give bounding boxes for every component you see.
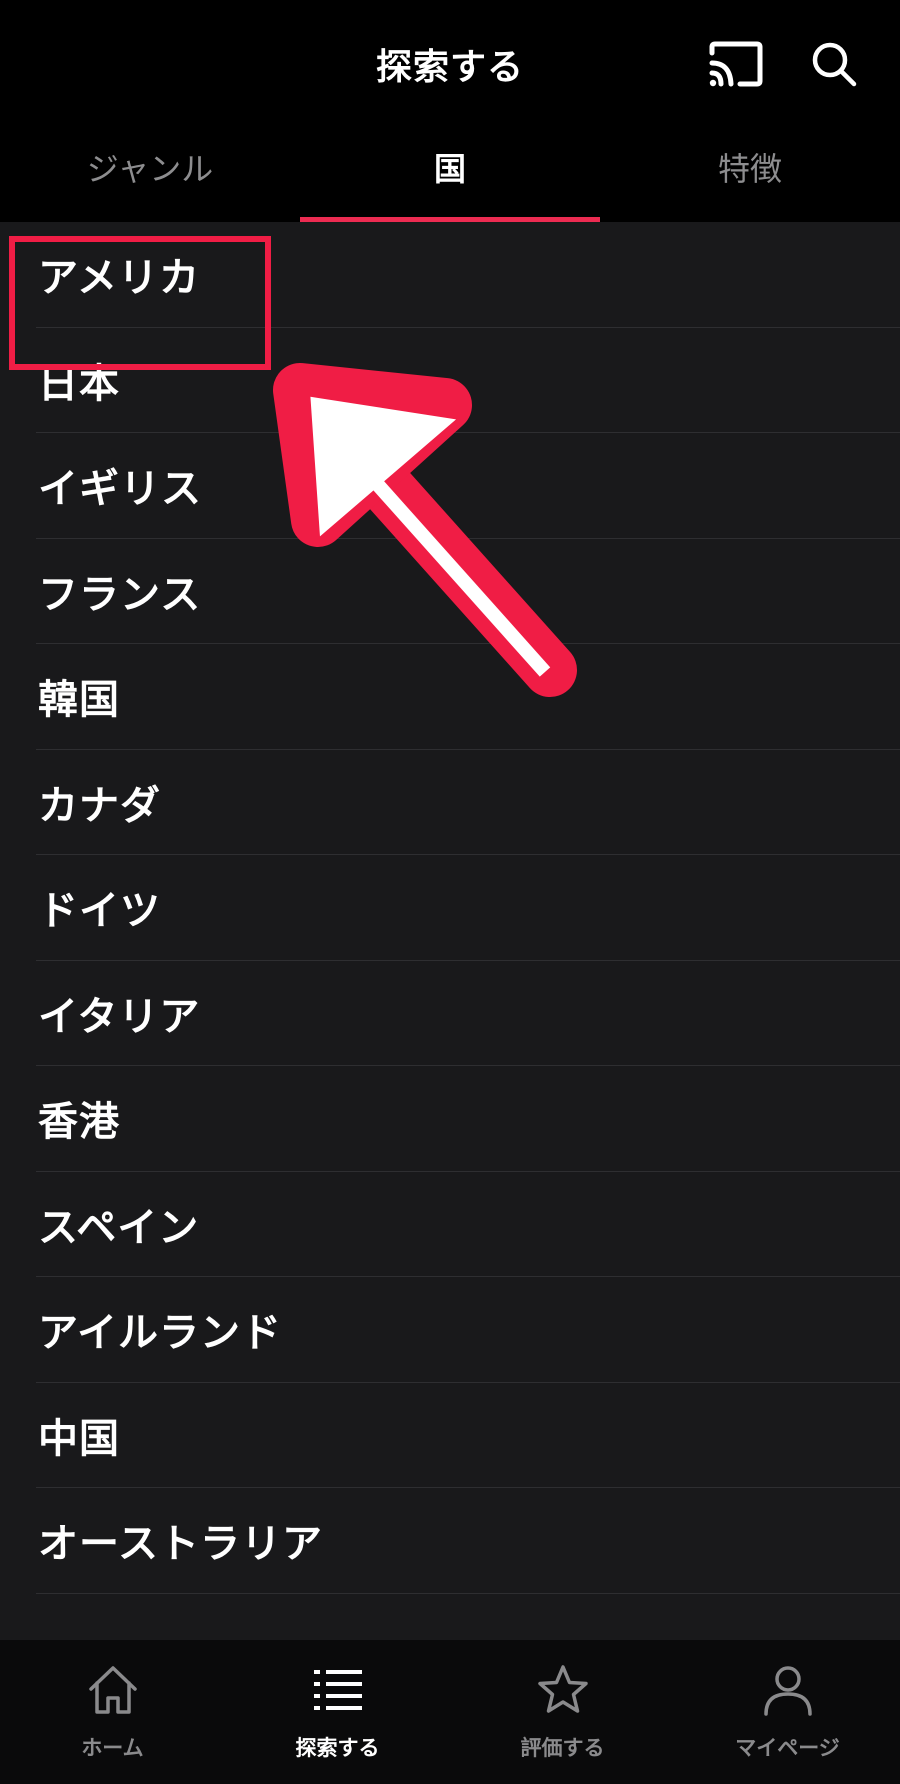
- country-label: フランス: [38, 571, 202, 618]
- app-header: 探索する: [0, 0, 900, 128]
- country-label: 香港: [38, 1099, 120, 1146]
- search-icon: [812, 42, 857, 87]
- country-item-italy[interactable]: イタリア: [36, 961, 900, 1066]
- country-label: スペイン: [38, 1204, 200, 1251]
- country-label: アメリカ: [38, 255, 200, 302]
- star-icon: [537, 1665, 588, 1713]
- bottom-navigation: ホーム 探索する 評価する マイページ: [0, 1640, 900, 1784]
- person-icon: [763, 1666, 812, 1716]
- country-item-korea[interactable]: 韓国: [36, 644, 900, 750]
- explore-tabs: ジャンル 国 特徴: [0, 128, 900, 222]
- country-label: 日本: [38, 360, 120, 407]
- cast-button[interactable]: [706, 36, 766, 92]
- country-item-uk[interactable]: イギリス: [36, 433, 900, 539]
- tab-genre[interactable]: ジャンル: [0, 128, 300, 222]
- country-label: ドイツ: [38, 888, 161, 935]
- nav-rate[interactable]: 評価する: [450, 1640, 675, 1784]
- country-label: イタリア: [38, 993, 201, 1040]
- country-list: アメリカ 日本 イギリス フランス 韓国 カナダ ドイツ イタリア 香港 スペイ…: [0, 222, 900, 1640]
- tab-feature[interactable]: 特徴: [600, 128, 900, 222]
- country-label: 韓国: [38, 677, 120, 724]
- country-label: イギリス: [38, 466, 202, 513]
- home-icon: [88, 1666, 137, 1714]
- country-item-hongkong[interactable]: 香港: [36, 1066, 900, 1172]
- nav-label: ホーム: [81, 1736, 144, 1760]
- country-label: アイルランド: [38, 1310, 282, 1357]
- cast-icon: [709, 41, 763, 87]
- country-item-ireland[interactable]: アイルランド: [36, 1277, 900, 1383]
- nav-label: 探索する: [295, 1736, 380, 1760]
- list-icon: [313, 1670, 362, 1710]
- country-label: カナダ: [38, 782, 161, 829]
- country-item-china[interactable]: 中国: [36, 1383, 900, 1488]
- country-item-germany[interactable]: ドイツ: [36, 855, 900, 961]
- nav-label: マイページ: [735, 1736, 840, 1760]
- country-item-canada[interactable]: カナダ: [36, 750, 900, 855]
- nav-label: 評価する: [520, 1736, 605, 1760]
- nav-explore[interactable]: 探索する: [225, 1640, 450, 1784]
- nav-home[interactable]: ホーム: [0, 1640, 225, 1784]
- country-label: 中国: [38, 1415, 120, 1462]
- country-item-japan[interactable]: 日本: [36, 328, 900, 433]
- country-item-spain[interactable]: スペイン: [36, 1172, 900, 1277]
- search-button[interactable]: [804, 36, 864, 92]
- nav-mypage[interactable]: マイページ: [675, 1640, 900, 1784]
- country-item-france[interactable]: フランス: [36, 539, 900, 644]
- country-item-usa[interactable]: アメリカ: [36, 222, 900, 328]
- tab-country[interactable]: 国: [300, 128, 600, 222]
- country-item-australia[interactable]: オーストラリア: [36, 1488, 900, 1594]
- country-label: オーストラリア: [38, 1521, 323, 1568]
